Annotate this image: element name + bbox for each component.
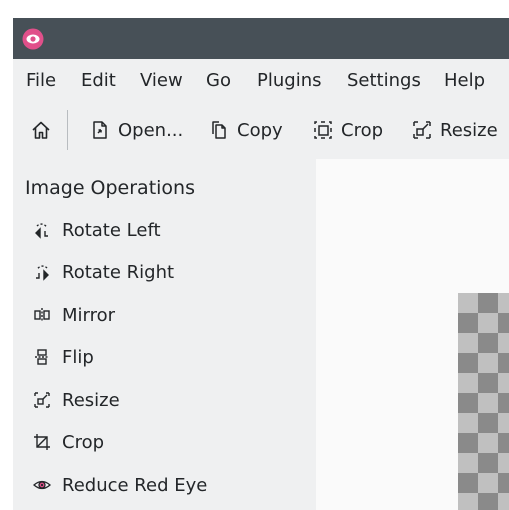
op-mirror[interactable]: Mirror	[33, 300, 303, 330]
op-reduce-red-eye[interactable]: Reduce Red Eye	[33, 470, 303, 500]
resize-icon	[413, 121, 431, 139]
op-crop-label: Crop	[62, 431, 105, 453]
menu-view[interactable]: View	[140, 70, 183, 92]
op-rotate-left-label: Rotate Left	[62, 219, 161, 241]
op-reduce-red-eye-label: Reduce Red Eye	[62, 474, 208, 496]
home-icon	[32, 121, 50, 139]
op-rotate-right-label: Rotate Right	[62, 261, 175, 283]
mirror-icon	[34, 308, 50, 322]
open-document-icon	[93, 121, 107, 139]
crop-toolbar-button[interactable]: Crop	[312, 113, 383, 147]
op-crop[interactable]: Crop	[33, 427, 303, 457]
menu-settings[interactable]: Settings	[347, 70, 421, 92]
red-eye-icon	[33, 480, 51, 490]
rotate-right-icon	[36, 265, 49, 281]
image-operations-panel: Image Operations Rotate Left Rotate Righ…	[13, 159, 316, 510]
crop-select-icon	[314, 121, 332, 139]
op-rotate-left[interactable]: Rotate Left	[33, 215, 303, 245]
toolbar-separator	[67, 110, 68, 150]
op-resize[interactable]: Resize	[33, 385, 303, 415]
menu-plugins[interactable]: Plugins	[257, 70, 321, 92]
copy-label: Copy	[237, 119, 283, 141]
title-bar[interactable]	[13, 18, 509, 59]
menu-go[interactable]: Go	[206, 70, 231, 92]
main-toolbar: Open... Copy Crop Resize	[13, 103, 509, 159]
open-button[interactable]: Open...	[89, 113, 183, 147]
app-window: File Edit View Go Plugins Settings Help …	[13, 18, 509, 510]
menu-edit[interactable]: Edit	[81, 70, 116, 92]
app-eye-icon	[22, 28, 44, 50]
menu-help[interactable]: Help	[444, 70, 485, 92]
op-rotate-right[interactable]: Rotate Right	[33, 257, 303, 287]
transparent-image-preview[interactable]	[458, 293, 509, 510]
op-flip[interactable]: Flip	[33, 342, 303, 372]
resize-toolbar-button[interactable]: Resize	[411, 113, 498, 147]
panel-title: Image Operations	[25, 177, 195, 199]
resize-icon	[34, 392, 50, 408]
copy-button[interactable]: Copy	[208, 113, 283, 147]
op-mirror-label: Mirror	[62, 304, 116, 326]
crop-icon	[34, 434, 50, 450]
flip-icon	[35, 349, 49, 365]
crop-toolbar-label: Crop	[341, 119, 384, 141]
menu-bar: File Edit View Go Plugins Settings Help	[13, 59, 509, 103]
op-resize-label: Resize	[62, 389, 120, 411]
image-viewer[interactable]	[316, 159, 509, 510]
rotate-left-icon	[35, 223, 48, 239]
open-label: Open...	[118, 119, 184, 141]
resize-toolbar-label: Resize	[440, 119, 498, 141]
home-button[interactable]	[30, 113, 59, 147]
copy-icon	[212, 121, 226, 139]
op-flip-label: Flip	[62, 346, 94, 368]
menu-file[interactable]: File	[26, 70, 56, 92]
